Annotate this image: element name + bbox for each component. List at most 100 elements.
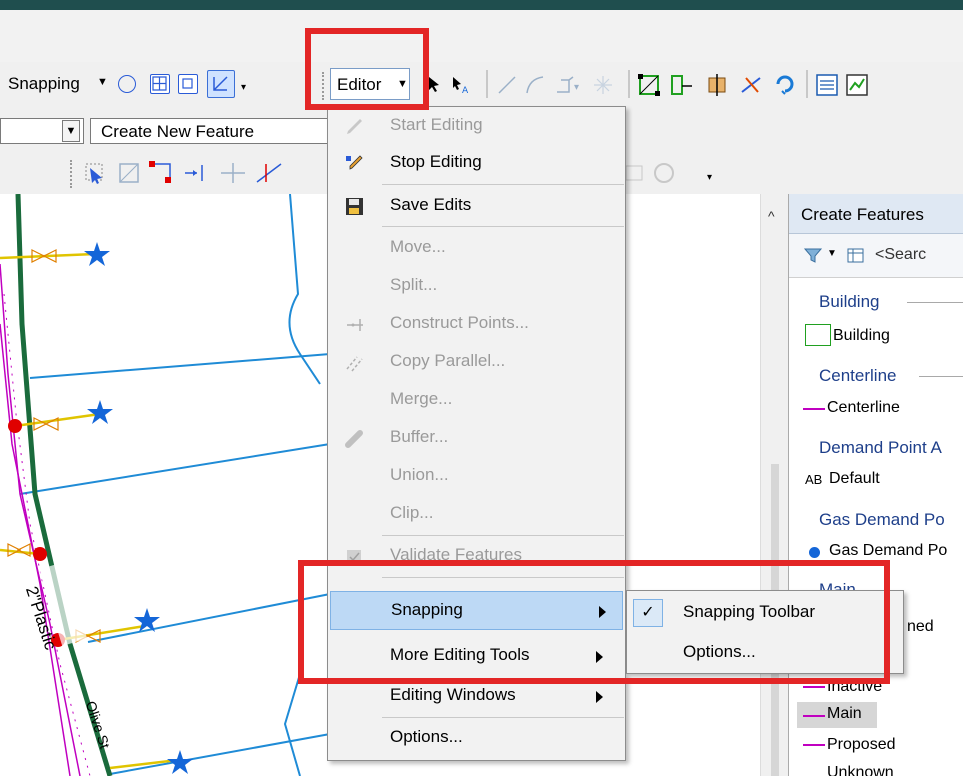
filter-icon[interactable] <box>803 246 825 266</box>
menu-item-construct-points[interactable]: Construct Points... <box>328 305 625 344</box>
menu-item-validate-features[interactable]: Validate Features <box>328 537 625 576</box>
organize-templates-icon[interactable] <box>845 246 867 266</box>
copy-parallel-icon <box>344 353 366 373</box>
menu-item-merge[interactable]: Merge... <box>328 381 625 420</box>
reshape-edge-icon[interactable] <box>218 160 248 186</box>
toolbar-grip[interactable] <box>70 160 73 188</box>
menu-item-clip[interactable]: Clip... <box>328 495 625 534</box>
window-top-bar <box>0 0 963 10</box>
cut-polygons-icon[interactable] <box>704 72 730 98</box>
snapping-toolbar-label[interactable]: Snapping <box>8 74 80 94</box>
edge-snapping-icon[interactable] <box>207 70 235 98</box>
menu-item-union[interactable]: Union... <box>328 457 625 496</box>
split-tool-icon[interactable] <box>738 72 764 98</box>
template-gas-demand-point[interactable]: Gas Demand Po <box>829 542 947 560</box>
toolbar-row-snapping-editor: Snapping ▼ ▾ A ▾ <box>0 62 963 110</box>
end-snapping-icon[interactable] <box>150 74 170 94</box>
menu-item-start-editing[interactable]: Start Editing <box>328 107 625 146</box>
snapping-overflow-icon[interactable]: ▾ <box>241 82 246 93</box>
topology-edit-tool-icon[interactable] <box>82 160 108 186</box>
menu-item-stop-editing[interactable]: Stop Editing <box>328 144 625 183</box>
template-main-main[interactable]: Main <box>827 705 862 723</box>
annotation-symbol-icon: AB <box>805 472 823 487</box>
point-snapping-icon[interactable] <box>118 75 136 93</box>
menu-item-label: Options... <box>390 727 463 746</box>
create-features-panel: Create Features ▼ <Searc Building Buildi… <box>788 194 963 776</box>
map-vertical-scrollbar[interactable]: ^ <box>760 194 788 776</box>
editor-menu-label: Editor <box>337 75 382 94</box>
attributes-icon[interactable] <box>814 72 840 98</box>
toolbar-separator <box>486 70 488 98</box>
menu-item-options[interactable]: Options... <box>328 719 625 758</box>
template-main-proposed[interactable]: Proposed <box>827 736 896 754</box>
toolbar-separator <box>628 70 630 98</box>
menu-item-snapping[interactable]: Snapping <box>330 591 623 630</box>
topology-extra-icons[interactable] <box>620 160 680 186</box>
trace-tool-icon[interactable]: ▾ <box>554 74 582 96</box>
menu-item-buffer[interactable]: Buffer... <box>328 419 625 458</box>
create-features-title: Create Features <box>801 205 924 224</box>
snapping-dropdown-icon[interactable]: ▼ <box>97 76 108 88</box>
submenu-item-snapping-toolbar[interactable]: ✓ Snapping Toolbar <box>627 593 903 633</box>
group-gas-demand-point: Gas Demand Po <box>819 510 945 529</box>
chevron-down-icon: ▼ <box>397 78 408 90</box>
submenu-item-options[interactable]: Options... <box>627 633 903 673</box>
align-edge-icon[interactable] <box>182 160 212 186</box>
sketch-properties-icon[interactable] <box>844 72 870 98</box>
svg-text:A: A <box>462 86 469 94</box>
menu-item-label: Construct Points... <box>390 313 529 332</box>
toolbar-band <box>0 10 963 62</box>
edit-vertices-icon[interactable] <box>636 72 662 98</box>
menu-separator <box>382 226 624 227</box>
reshape-feature-icon[interactable] <box>668 72 696 98</box>
rotate-tool-icon[interactable] <box>772 72 798 98</box>
centerline-symbol-icon <box>803 408 825 410</box>
template-main-unknown[interactable]: Unknown <box>827 764 894 776</box>
save-edits-icon <box>344 197 366 217</box>
edit-tool-icon[interactable] <box>424 74 444 94</box>
template-default[interactable]: Default <box>829 470 880 488</box>
menu-item-editing-windows[interactable]: Editing Windows <box>328 677 625 716</box>
point-tool-icon[interactable] <box>592 74 614 96</box>
template-building[interactable]: Building <box>833 327 890 345</box>
buffer-icon <box>344 429 366 449</box>
modify-edge-icon[interactable] <box>148 160 174 186</box>
vertex-snapping-icon[interactable] <box>178 74 198 94</box>
filter-dropdown-icon[interactable]: ▼ <box>827 248 837 259</box>
group-divider <box>907 302 963 303</box>
menu-item-label: Editing Windows <box>390 685 516 704</box>
editor-menu-button[interactable]: Editor ▼ <box>330 68 410 100</box>
template-combo-chevron-icon[interactable]: ▼ <box>62 120 80 142</box>
template-main-partial[interactable]: ned <box>907 618 934 636</box>
menu-item-more-editing-tools[interactable]: More Editing Tools <box>328 637 625 676</box>
end-point-arc-icon[interactable] <box>524 74 546 96</box>
check-icon: ✓ <box>633 599 663 627</box>
menu-item-label: Buffer... <box>390 427 449 446</box>
menu-item-move[interactable]: Move... <box>328 229 625 268</box>
template-main-inactive[interactable]: Inactive <box>827 678 882 696</box>
menu-item-save-edits[interactable]: Save Edits <box>328 187 625 226</box>
menu-item-copy-parallel[interactable]: Copy Parallel... <box>328 343 625 382</box>
template-centerline[interactable]: Centerline <box>827 399 900 417</box>
menu-item-label: Stop Editing <box>390 152 482 171</box>
menu-item-label: Clip... <box>390 503 434 522</box>
toolbar-separator <box>806 70 808 98</box>
create-feature-combo[interactable]: Create New Feature <box>90 118 330 144</box>
scroll-up-icon[interactable]: ^ <box>768 208 775 224</box>
topology-construct-icon[interactable] <box>254 160 284 186</box>
search-templates-input[interactable]: <Searc <box>875 246 926 264</box>
edit-annotation-tool-icon[interactable]: A <box>450 74 472 96</box>
stop-editing-pencil-icon <box>344 154 366 174</box>
toolbar-overflow-icon[interactable]: ▾ <box>707 172 712 183</box>
menu-item-split[interactable]: Split... <box>328 267 625 306</box>
validate-features-icon <box>344 547 366 567</box>
menu-item-label: Merge... <box>390 389 453 408</box>
submenu-arrow-icon <box>596 691 603 703</box>
toolbar-grip[interactable] <box>322 72 325 100</box>
menu-item-label: Move... <box>390 237 446 256</box>
menu-separator <box>382 535 624 536</box>
straight-segment-icon[interactable] <box>496 74 518 96</box>
show-shared-features-icon[interactable] <box>116 160 142 186</box>
group-building: Building <box>819 292 880 311</box>
create-features-tools: ▼ <Searc <box>789 234 963 278</box>
